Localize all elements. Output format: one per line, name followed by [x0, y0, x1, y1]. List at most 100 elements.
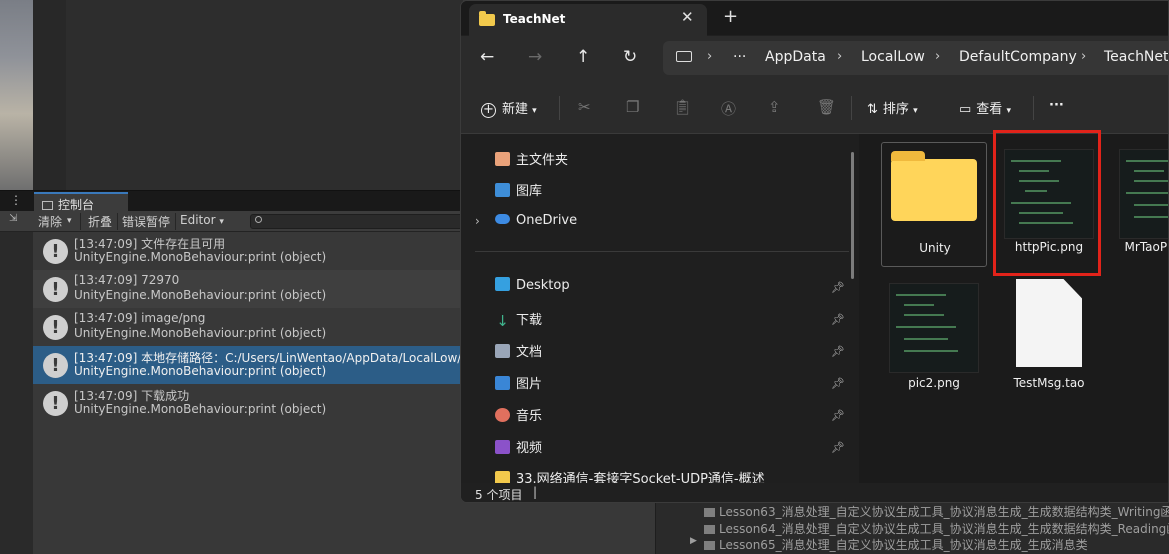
new-label: 新建 — [502, 102, 529, 117]
file-item-pic2[interactable]: pic2.png — [881, 276, 987, 401]
cut-icon[interactable]: ✂ — [578, 98, 591, 116]
project-folder-item[interactable]: Lesson63_消息处理_自定义协议生成工具_协议消息生成_生成数据结构类_W… — [704, 503, 1169, 520]
breadcrumb-locallow[interactable]: LocalLow — [861, 49, 925, 65]
refresh-icon[interactable]: ↻ — [623, 47, 637, 67]
log-entry[interactable]: ! [13:47:09] 72970 UnityEngine.MonoBehav… — [33, 270, 463, 308]
address-bar[interactable]: › ··· AppData › LocalLow › DefaultCompan… — [663, 41, 1168, 75]
log-entry-selected[interactable]: ! [13:47:09] 本地存储路径：C:/Users/LinWentao/A… — [33, 346, 471, 384]
address-bar-row: ← → ↑ ↻ › ··· AppData › LocalLow › Defau… — [461, 36, 1168, 81]
warning-icon: ! — [43, 277, 68, 302]
pin-icon[interactable]: 📌︎ — [831, 409, 845, 422]
new-button[interactable]: + 新建 ▾ — [481, 98, 537, 118]
image-thumbnail — [889, 283, 979, 373]
warning-icon: ! — [43, 353, 68, 378]
log-stacktrace: UnityEngine.MonoBehaviour:print (object) — [74, 326, 327, 340]
view-button[interactable]: ▭ 查看 ▾ — [959, 98, 1011, 117]
nav-downloads[interactable]: ↓ 下载 — [495, 309, 542, 331]
pictures-icon — [495, 376, 510, 390]
file-item-mrtaopic[interactable]: MrTaoPic.png — [1111, 142, 1168, 267]
back-arrow-icon[interactable]: ← — [480, 47, 494, 67]
pin-icon[interactable]: 📌︎ — [831, 281, 845, 294]
nav-pictures[interactable]: 图片 — [495, 373, 542, 395]
chevron-right-icon[interactable]: › — [707, 49, 712, 64]
nav-onedrive[interactable]: OneDrive — [495, 213, 577, 235]
more-options-button[interactable]: ··· — [1049, 98, 1064, 113]
project-folder-item[interactable]: Lesson64_消息处理_自定义协议生成工具_协议消息生成_生成数据结构类_R… — [704, 520, 1169, 537]
chevron-down-icon: ▾ — [219, 217, 224, 227]
file-name: pic2.png — [908, 376, 960, 390]
share-icon[interactable]: ⇪ — [768, 98, 781, 116]
project-folder-name: Lesson64_消息处理_自定义协议生成工具_协议消息生成_生成数据结构类_R… — [719, 522, 1169, 536]
editor-label: Editor — [180, 213, 216, 227]
file-item-testmsg[interactable]: TestMsg.tao — [996, 276, 1102, 401]
gallery-icon — [495, 183, 510, 197]
paste-icon[interactable]: 📋︎ — [673, 98, 692, 116]
editor-target-dropdown[interactable]: Editor ▾ — [180, 213, 224, 227]
forward-arrow-icon[interactable]: → — [528, 47, 542, 67]
expand-arrow-icon[interactable]: ▶ — [690, 536, 697, 546]
overflow-dots-icon[interactable]: ··· — [733, 49, 746, 65]
explorer-titlebar: TeachNet ✕ + — [461, 1, 1168, 36]
new-tab-icon[interactable]: + — [723, 6, 738, 27]
nav-label: Desktop — [516, 278, 570, 293]
clear-options-icon[interactable]: ⇲ — [9, 213, 17, 224]
expand-chevron-icon[interactable]: › — [475, 214, 480, 228]
sort-button[interactable]: ⇅ 排序 ▾ — [867, 98, 918, 117]
nav-label: OneDrive — [516, 213, 578, 228]
close-tab-icon[interactable]: ✕ — [681, 8, 694, 26]
view-label: 查看 — [976, 102, 1003, 117]
music-icon — [495, 408, 510, 422]
cloud-icon — [495, 214, 510, 224]
left-dock-strip — [0, 232, 33, 554]
up-arrow-icon[interactable]: ↑ — [576, 47, 590, 67]
tab-console[interactable]: 控制台 — [34, 192, 128, 212]
explorer-tab[interactable]: TeachNet ✕ — [469, 4, 707, 36]
nav-scrollbar[interactable] — [851, 152, 854, 279]
copy-icon[interactable]: ❐ — [626, 98, 639, 116]
pin-icon[interactable]: 📌︎ — [831, 377, 845, 390]
nav-desktop[interactable]: Desktop — [495, 277, 570, 299]
navigation-pane[interactable]: 主文件夹 图库 › OneDrive Desktop 📌︎ ↓ 下载 📌︎ 文档 … — [461, 134, 859, 487]
clear-button[interactable]: 清除 — [38, 213, 62, 230]
chevron-right-icon[interactable]: › — [935, 49, 940, 64]
nav-documents[interactable]: 文档 — [495, 341, 542, 363]
image-thumbnail — [1119, 149, 1168, 239]
console-icon — [42, 201, 53, 210]
log-entry[interactable]: ! [13:47:09] 文件存在且可用 UnityEngine.MonoBeh… — [33, 232, 463, 270]
breadcrumb-defaultcompany[interactable]: DefaultCompany — [959, 49, 1077, 65]
sort-label: 排序 — [882, 102, 909, 117]
console-log-list[interactable]: ! [13:47:09] 文件存在且可用 UnityEngine.MonoBeh… — [33, 232, 471, 554]
nav-music[interactable]: 音乐 — [495, 405, 542, 427]
pin-icon[interactable]: 📌︎ — [831, 441, 845, 454]
nav-label: 视频 — [516, 441, 543, 456]
pin-icon[interactable]: 📌︎ — [831, 345, 845, 358]
log-entry[interactable]: ! [13:47:09] image/png UnityEngine.MonoB… — [33, 308, 463, 346]
pin-icon[interactable]: 📌︎ — [831, 313, 845, 326]
nav-home[interactable]: 主文件夹 — [495, 149, 568, 171]
nav-gallery[interactable]: 图库 — [495, 180, 542, 202]
clear-dropdown-icon[interactable]: ▾ — [67, 216, 72, 226]
collapse-button[interactable]: 折叠 — [88, 213, 112, 230]
warning-icon: ! — [43, 315, 68, 340]
log-stacktrace: UnityEngine.MonoBehaviour:print (object) — [74, 364, 327, 378]
chevron-right-icon[interactable]: › — [837, 49, 842, 64]
explorer-tab-title: TeachNet — [503, 12, 566, 26]
project-folder-name: Lesson65_消息处理_自定义协议生成工具_协议消息生成_生成消息类 — [719, 538, 1088, 552]
breadcrumb-appdata[interactable]: AppData — [765, 49, 826, 65]
project-folder-item[interactable]: ▶ Lesson65_消息处理_自定义协议生成工具_协议消息生成_生成消息类 — [690, 536, 1088, 553]
plus-icon: + — [481, 103, 496, 118]
panel-menu-icon[interactable]: ⋮ — [10, 193, 22, 207]
chevron-right-icon[interactable]: › — [1081, 49, 1086, 64]
desktop-icon — [495, 277, 510, 291]
log-entry[interactable]: ! [13:47:09] 下载成功 UnityEngine.MonoBehavi… — [33, 384, 463, 422]
console-search-input[interactable] — [250, 214, 463, 229]
rename-icon[interactable]: Ⓐ — [721, 98, 736, 119]
file-item-unity[interactable]: Unity — [881, 142, 987, 267]
breadcrumb-teachnet[interactable]: TeachNet — [1104, 49, 1168, 65]
error-pause-button[interactable]: 错误暂停 — [122, 213, 170, 230]
scene-view[interactable] — [0, 0, 33, 190]
video-icon — [495, 440, 510, 454]
status-divider: | — [533, 485, 538, 499]
delete-icon[interactable]: 🗑︎ — [817, 98, 836, 116]
nav-videos[interactable]: 视频 — [495, 437, 542, 459]
